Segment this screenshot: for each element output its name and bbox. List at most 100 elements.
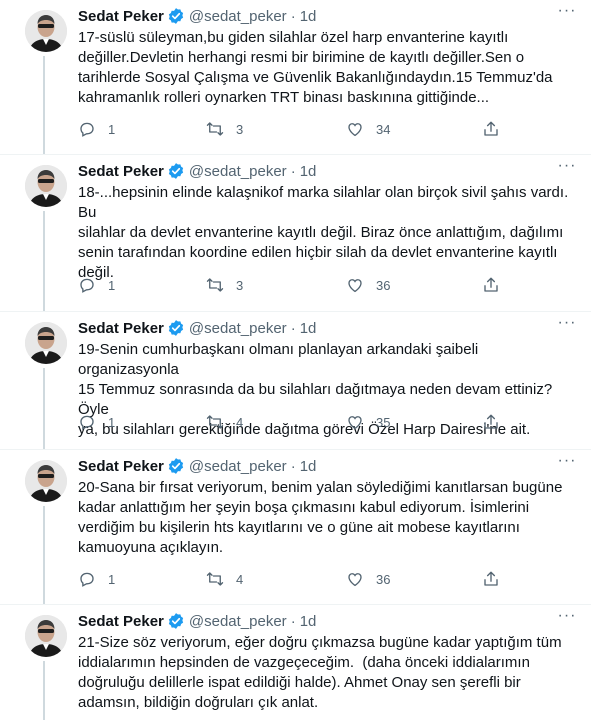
verified-icon: [168, 8, 184, 24]
share-icon: [484, 414, 498, 429]
separator-dot: ·: [290, 612, 296, 630]
thread-line: [43, 661, 45, 720]
tweet-text: 21-Size söz veriyorum, eğer doğru çıkmaz…: [78, 634, 562, 711]
author-name[interactable]: Sedat Peker: [78, 8, 164, 25]
verified-icon: [168, 320, 184, 336]
more-options-icon[interactable]: ···: [555, 3, 579, 24]
like-button[interactable]: 36: [346, 569, 390, 589]
retweet-count: 3: [236, 277, 244, 293]
reply-button[interactable]: 1: [78, 119, 115, 139]
author-name[interactable]: Sedat Peker: [78, 320, 164, 337]
tweet[interactable]: Sedat Peker @sedat_peker · 1d ··· 19-Sen…: [0, 312, 591, 450]
verified-icon: [168, 163, 184, 179]
author-handle[interactable]: @sedat_peker: [189, 8, 287, 25]
retweet-icon: [206, 278, 224, 292]
more-options-icon[interactable]: ···: [555, 453, 579, 474]
author-handle[interactable]: @sedat_peker: [189, 613, 287, 630]
retweet-icon: [206, 415, 224, 429]
author-handle[interactable]: @sedat_peker: [189, 458, 287, 475]
avatar-image: [25, 615, 67, 657]
heart-icon: [348, 416, 362, 430]
reply-count: 1: [108, 414, 116, 430]
action-bar: 1 3 36: [70, 275, 510, 295]
separator-dot: ·: [290, 319, 296, 337]
thread-line: [43, 506, 45, 605]
avatar-image: [25, 460, 67, 502]
share-button[interactable]: [482, 569, 500, 589]
retweet-icon: [206, 122, 224, 136]
separator-dot: ·: [290, 7, 296, 25]
like-button[interactable]: 35: [346, 412, 390, 432]
tweet[interactable]: Sedat Peker @sedat_peker · 1d ··· 21-Siz…: [0, 605, 591, 720]
reply-button[interactable]: 1: [78, 412, 115, 432]
heart-icon: [348, 279, 362, 293]
share-icon: [484, 571, 498, 586]
heart-icon: [348, 123, 362, 137]
retweet-button[interactable]: 3: [206, 275, 243, 295]
reply-count: 1: [108, 121, 116, 137]
more-options-icon[interactable]: ···: [555, 608, 579, 629]
timestamp[interactable]: 1d: [300, 320, 317, 337]
like-button[interactable]: 34: [346, 119, 390, 139]
thread-line: [43, 211, 45, 312]
tweet-text: 20-Sana bir fırsat veriyorum, benim yala…: [78, 479, 563, 556]
action-bar: 1 3 34: [70, 119, 510, 139]
author-name[interactable]: Sedat Peker: [78, 613, 164, 630]
reply-icon: [80, 278, 94, 293]
avatar-image: [25, 165, 67, 207]
avatar-image: [25, 10, 67, 52]
retweet-count: 4: [236, 571, 244, 587]
avatar[interactable]: [25, 615, 67, 657]
avatar[interactable]: [25, 10, 67, 52]
reply-count: 1: [108, 571, 116, 587]
retweet-count: 3: [236, 121, 244, 137]
author-name[interactable]: Sedat Peker: [78, 163, 164, 180]
retweet-button[interactable]: 4: [206, 412, 243, 432]
verified-icon: [168, 458, 184, 474]
timestamp[interactable]: 1d: [300, 163, 317, 180]
timestamp[interactable]: 1d: [300, 458, 317, 475]
retweet-button[interactable]: 4: [206, 569, 243, 589]
like-button[interactable]: 36: [346, 275, 390, 295]
share-icon: [484, 277, 498, 292]
heart-icon: [348, 573, 362, 587]
separator-dot: ·: [290, 457, 296, 475]
like-count: 34: [376, 121, 391, 137]
author-handle[interactable]: @sedat_peker: [189, 320, 287, 337]
thread-line: [43, 368, 45, 450]
tweet-text: 18-...hepsinin elinde kalaşnikof marka s…: [78, 184, 569, 281]
more-options-icon[interactable]: ···: [555, 315, 579, 336]
retweet-icon: [206, 572, 224, 586]
share-button[interactable]: [482, 412, 500, 432]
share-button[interactable]: [482, 119, 500, 139]
avatar-image: [25, 322, 67, 364]
action-bar: 1 4 35: [70, 412, 510, 432]
separator-dot: ·: [290, 162, 296, 180]
retweet-button[interactable]: 3: [206, 119, 243, 139]
tweet[interactable]: Sedat Peker @sedat_peker · 1d ··· 20-San…: [0, 450, 591, 605]
more-options-icon[interactable]: ···: [555, 158, 579, 179]
reply-icon: [80, 572, 94, 587]
timestamp[interactable]: 1d: [300, 8, 317, 25]
tweet[interactable]: Sedat Peker @sedat_peker · 1d ··· 17-süs…: [0, 0, 591, 155]
reply-icon: [80, 122, 94, 137]
reply-button[interactable]: 1: [78, 275, 115, 295]
timestamp[interactable]: 1d: [300, 613, 317, 630]
avatar[interactable]: [25, 460, 67, 502]
tweet-text: 17-süslü süleyman,bu giden silahlar özel…: [78, 29, 553, 106]
action-bar: 1 4 36: [70, 569, 510, 589]
tweet[interactable]: Sedat Peker @sedat_peker · 1d ··· 18-...…: [0, 155, 591, 312]
retweet-count: 4: [236, 414, 244, 430]
share-button[interactable]: [482, 275, 500, 295]
thread-line: [43, 56, 45, 155]
author-handle[interactable]: @sedat_peker: [189, 163, 287, 180]
avatar[interactable]: [25, 322, 67, 364]
reply-icon: [80, 415, 94, 430]
verified-icon: [168, 613, 184, 629]
reply-count: 1: [108, 277, 116, 293]
share-icon: [484, 121, 498, 136]
like-count: 36: [376, 277, 391, 293]
author-name[interactable]: Sedat Peker: [78, 458, 164, 475]
reply-button[interactable]: 1: [78, 569, 115, 589]
avatar[interactable]: [25, 165, 67, 207]
